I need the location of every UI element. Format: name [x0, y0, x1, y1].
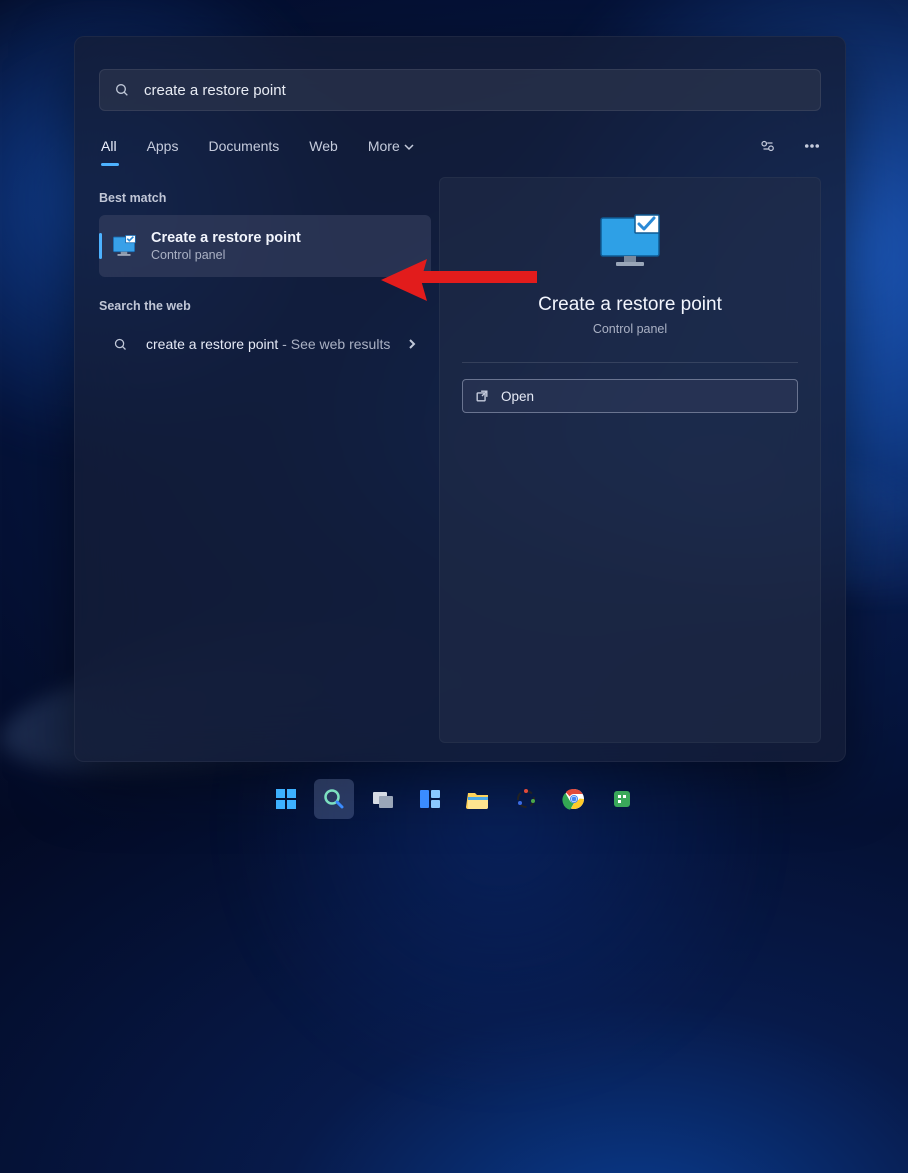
tab-documents[interactable]: Documents [206, 138, 281, 168]
search-settings-icon[interactable] [759, 137, 777, 169]
control-panel-large-icon [598, 214, 662, 270]
detail-title: Create a restore point [538, 294, 722, 316]
divider [462, 362, 798, 363]
more-options-icon[interactable] [803, 137, 821, 169]
taskbar-search-button[interactable] [314, 779, 354, 819]
taskbar [0, 775, 908, 823]
web-result-text: create a restore point - See web results [146, 335, 390, 354]
taskbar-file-explorer[interactable] [458, 779, 498, 819]
tab-apps[interactable]: Apps [145, 138, 181, 168]
open-external-icon [475, 389, 489, 403]
detail-subtitle: Control panel [593, 322, 667, 336]
open-button-label: Open [501, 389, 534, 404]
details-pane: Create a restore point Control panel Ope… [439, 177, 821, 743]
taskbar-widgets[interactable] [410, 779, 450, 819]
tab-more[interactable]: More [366, 138, 416, 168]
taskbar-app-2[interactable] [602, 779, 642, 819]
taskbar-chrome[interactable] [554, 779, 594, 819]
best-match-title: Create a restore point [151, 230, 301, 246]
windows-search-panel: All Apps Documents Web More Best match [74, 36, 846, 762]
tab-all[interactable]: All [99, 138, 119, 168]
search-input[interactable] [144, 82, 806, 99]
search-icon [113, 337, 128, 352]
best-match-label: Best match [99, 191, 431, 205]
best-match-result[interactable]: Create a restore point Control panel [99, 215, 431, 277]
taskbar-task-view[interactable] [362, 779, 402, 819]
web-search-result[interactable]: create a restore point - See web results [99, 323, 431, 366]
control-panel-icon [111, 233, 137, 259]
chevron-right-icon [407, 339, 417, 349]
filter-tabs: All Apps Documents Web More [99, 131, 821, 175]
tab-web[interactable]: Web [307, 138, 340, 168]
taskbar-app-1[interactable] [506, 779, 546, 819]
open-button[interactable]: Open [462, 379, 798, 413]
search-icon [114, 82, 130, 98]
best-match-subtitle: Control panel [151, 248, 301, 262]
search-box[interactable] [99, 69, 821, 111]
search-web-label: Search the web [99, 299, 431, 313]
start-button[interactable] [266, 779, 306, 819]
